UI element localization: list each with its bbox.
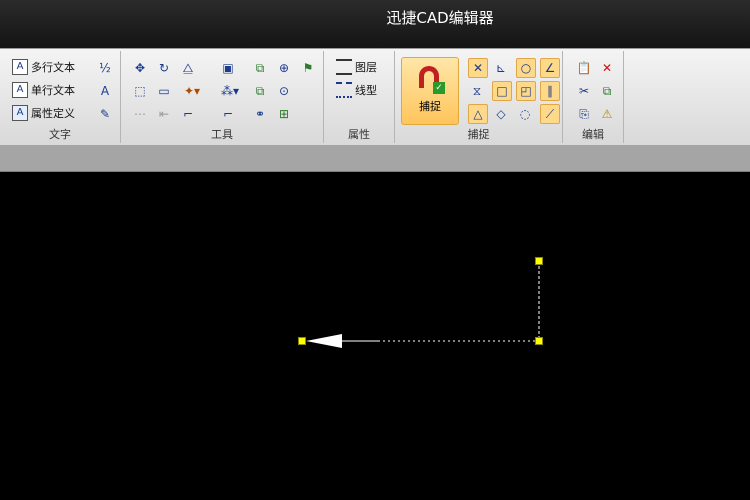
- scale-icon[interactable]: ⬚: [131, 82, 149, 100]
- explode-dropdown-icon[interactable]: ⁂▾: [221, 82, 239, 100]
- mirror-icon[interactable]: ⧋: [179, 59, 197, 77]
- drawing-svg: [306, 261, 540, 348]
- snap-intersection-icon[interactable]: ✕: [468, 58, 488, 78]
- trim-icon[interactable]: ⋯: [131, 105, 149, 123]
- layer-label: 图层: [355, 61, 377, 74]
- snap-endpoint-icon[interactable]: △: [468, 104, 488, 124]
- paint-dropdown-icon[interactable]: ✦▾: [183, 82, 201, 100]
- note-edit-icon[interactable]: ✎: [96, 105, 114, 123]
- copy-objects-icon[interactable]: ⧉: [251, 59, 269, 77]
- snap-group-label: 捕捉: [467, 128, 490, 141]
- copy-icon[interactable]: ⎘: [575, 105, 593, 123]
- snap-button-label: 捕捉: [419, 100, 441, 113]
- snap-perpendicular-icon[interactable]: ⊾: [492, 59, 510, 77]
- mtext-label: 多行文本: [31, 61, 75, 74]
- fillet-icon[interactable]: ⌐: [179, 105, 197, 123]
- measure-icon[interactable]: ⊙: [275, 82, 293, 100]
- snap-quadrant-icon[interactable]: ◇: [492, 105, 510, 123]
- chamfer-icon[interactable]: ⌐: [219, 105, 237, 123]
- snap-button[interactable]: ✓ 捕捉: [401, 57, 459, 125]
- paste-special-icon[interactable]: ⧉: [598, 82, 616, 100]
- layers-icon: [336, 59, 352, 75]
- attribute-def-icon: A: [12, 105, 28, 121]
- grip-point-corner[interactable]: [535, 337, 543, 345]
- tools-group: ✥ ↻ ⧋ ▣ ⧉ ⊕ ⚑ ⬚ ▭ ✦▾ ⁂▾ ⧉ ⊙ ⋯ ⇤ ⌐ ⌐ ⚭ ⊞ …: [121, 51, 324, 143]
- snap-node-icon[interactable]: □: [492, 81, 512, 101]
- group-icon[interactable]: ⧉: [251, 82, 269, 100]
- clear-icon[interactable]: ⚠: [598, 105, 616, 123]
- mtext-icon: A: [12, 59, 28, 75]
- insert-icon[interactable]: ⊕: [275, 59, 293, 77]
- join-icon[interactable]: ⚭: [251, 105, 269, 123]
- attribute-def-label: 属性定义: [31, 107, 75, 120]
- props-group: 图层 线型 属性: [324, 51, 395, 143]
- text-group-label: 文字: [49, 128, 71, 141]
- snap-insert-icon[interactable]: ◌: [516, 105, 534, 123]
- layer-button[interactable]: 图层: [336, 57, 377, 77]
- cut-icon[interactable]: ✂: [575, 82, 593, 100]
- mtext-button[interactable]: A 多行文本: [12, 57, 75, 77]
- single-text-icon: A: [12, 82, 28, 98]
- props-group-label: 属性: [348, 128, 370, 141]
- snap-tangent-icon[interactable]: ∠: [540, 58, 560, 78]
- ribbon: A 多行文本 A 单行文本 A 属性定义 ½ A ✎ 文字 ✥ ↻ ⧋ ▣ ⧉ …: [0, 48, 750, 146]
- text-edit-icon[interactable]: A: [96, 82, 114, 100]
- app-title: 迅捷CAD编辑器: [386, 9, 494, 27]
- snap-apparent-icon[interactable]: ⧖: [468, 82, 486, 100]
- linetype-label: 线型: [355, 84, 377, 97]
- move-icon[interactable]: ✥: [131, 59, 149, 77]
- stretch-icon[interactable]: ▭: [155, 82, 173, 100]
- grip-point-top[interactable]: [535, 257, 543, 265]
- attribute-def-button[interactable]: A 属性定义: [12, 103, 75, 123]
- linetype-button[interactable]: 线型: [336, 80, 377, 100]
- paste-icon[interactable]: 📋: [575, 59, 593, 77]
- arrowhead[interactable]: [306, 334, 342, 348]
- text-style-icon[interactable]: ½: [96, 59, 114, 77]
- snap-center-icon[interactable]: ○: [516, 58, 536, 78]
- tools-group-label: 工具: [211, 128, 233, 141]
- snap-extension-icon[interactable]: ◰: [516, 81, 536, 101]
- drawing-canvas[interactable]: [0, 172, 750, 500]
- rotate-icon[interactable]: ↻: [155, 59, 173, 77]
- single-text-button[interactable]: A 单行文本: [12, 80, 75, 100]
- single-text-label: 单行文本: [31, 84, 75, 97]
- flag-icon[interactable]: ⚑: [299, 59, 317, 77]
- extend-icon[interactable]: ⇤: [155, 105, 173, 123]
- edit-group-label: 编辑: [582, 128, 604, 141]
- edit-group: 📋 ✕ ✂ ⧉ ⎘ ⚠ 编辑: [563, 51, 624, 143]
- title-bar: 迅捷CAD编辑器: [0, 0, 750, 48]
- magnet-icon: ✓: [417, 66, 445, 94]
- text-group: A 多行文本 A 单行文本 A 属性定义 ½ A ✎ 文字: [0, 51, 121, 143]
- delete-icon[interactable]: ✕: [598, 59, 616, 77]
- block-icon[interactable]: ▣: [219, 59, 237, 77]
- tab-bar: [0, 145, 750, 172]
- snap-parallel-icon[interactable]: ∥: [540, 81, 560, 101]
- snap-nearest-icon[interactable]: ⟋: [540, 104, 560, 124]
- snap-group: ✓ 捕捉 ✕ ⊾ ○ ∠ ⧖ □ ◰ ∥ △ ◇ ◌ ⟋ 捕捉: [395, 51, 563, 143]
- add-icon[interactable]: ⊞: [275, 105, 293, 123]
- linetype-icon: [336, 82, 352, 98]
- grip-point-end[interactable]: [298, 337, 306, 345]
